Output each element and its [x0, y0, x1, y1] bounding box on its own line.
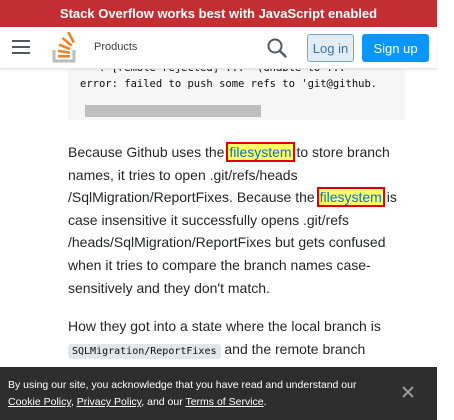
cookie-end: . [263, 396, 267, 408]
signup-button[interactable]: Sign up [362, 34, 429, 62]
code-horizontal-scrollbar[interactable] [85, 105, 261, 117]
top-navigation-bar: Products Log in Sign up [0, 27, 437, 69]
javascript-warning-text: Stack Overflow works best with JavaScrip… [59, 6, 378, 21]
javascript-warning-banner: Stack Overflow works best with JavaScrip… [0, 0, 437, 27]
stack-overflow-logo[interactable] [50, 32, 80, 64]
login-button[interactable]: Log in [307, 34, 354, 62]
cookie-consent-banner: By using our site, you acknowledge that … [0, 367, 437, 420]
answer-text: Because Github uses the [68, 144, 229, 160]
code-line-2: error: failed to push some refs to 'git@… [80, 78, 378, 90]
inline-code-branch: SQLMigration/ReportFixes [68, 343, 221, 359]
answer-text: How they got into a state where the loca… [68, 318, 381, 334]
cookie-policy-link[interactable]: Cookie Policy [8, 396, 71, 408]
products-link[interactable]: Products [94, 41, 137, 53]
cookie-banner-text: By using our site, you acknowledge that … [8, 377, 429, 411]
terms-of-service-link[interactable]: Terms of Service [185, 396, 263, 408]
answer-paragraph-1: Because Github uses the filesystem to st… [68, 141, 413, 299]
cookie-notice-text: By using our site, you acknowledge that … [8, 379, 357, 391]
answer-text: and the remote branch [220, 340, 366, 357]
hamburger-menu-icon[interactable] [12, 40, 32, 54]
answer-paragraph-2: How they got into a state where the loca… [68, 315, 413, 363]
close-icon[interactable] [401, 385, 415, 399]
highlighted-term-filesystem: filesystem [316, 187, 385, 208]
cookie-separator: , and our [141, 396, 186, 408]
highlighted-term-filesystem: filesystem [226, 142, 295, 162]
search-icon[interactable] [265, 36, 289, 60]
privacy-policy-link[interactable]: Privacy Policy [77, 396, 142, 408]
